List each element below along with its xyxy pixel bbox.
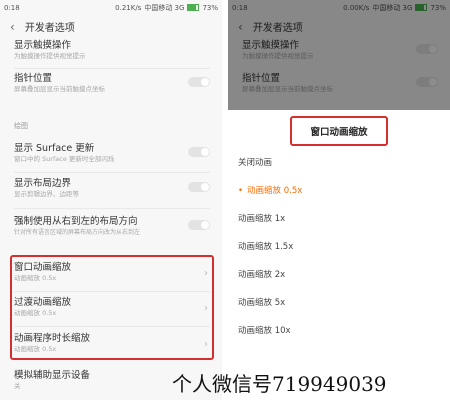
chevron-right-icon: ›	[204, 303, 208, 314]
divider	[14, 68, 210, 69]
divider	[14, 172, 210, 173]
dim-overlay[interactable]	[228, 0, 450, 110]
row-title: 过渡动画缩放	[14, 297, 72, 308]
option-scale-5x[interactable]: 动画缩放 5x	[238, 296, 285, 308]
left-screen: 0:18 0.21K/s 中国移动 3G 73% ‹ 开发者选项 显示触摸操作 …	[0, 0, 222, 400]
setting-show-touches[interactable]: 显示触摸操作 为触摸操作提供视觉提示	[14, 40, 210, 61]
row-subtitle: 屏幕叠加层显示当前触摸点坐标	[14, 85, 105, 93]
row-subtitle: 窗口中的 Surface 更新时全部闪烁	[14, 155, 115, 163]
option-label: 动画缩放 2x	[238, 270, 286, 280]
row-title: 动画程序时长缩放	[14, 333, 91, 344]
option-scale-0-5x[interactable]: • 动画缩放 0.5x	[238, 184, 302, 196]
status-time: 0:18	[4, 3, 20, 12]
selected-dot-icon: •	[238, 186, 244, 196]
right-screen: 0:18 0.00K/s 中国移动 3G 73% ‹ 开发者选项 显示触摸操作 …	[228, 0, 450, 400]
row-subtitle: 显示剪辑边界、边距等	[14, 190, 79, 198]
option-animation-off[interactable]: 关闭动画	[238, 156, 272, 168]
divider	[14, 208, 210, 209]
row-subtitle: 针对所有语言区域的屏幕布局方向改为从右到左	[14, 229, 141, 236]
option-scale-2x[interactable]: 动画缩放 2x	[238, 268, 285, 280]
setting-window-animation-scale[interactable]: 窗口动画缩放 动画缩放 0.5x ›	[14, 262, 210, 283]
chevron-right-icon: ›	[204, 339, 208, 350]
row-title: 显示触摸操作	[14, 40, 72, 51]
divider	[14, 326, 210, 327]
option-label: 动画缩放 1.5x	[238, 242, 294, 252]
setting-pointer-location[interactable]: 指针位置 屏幕叠加层显示当前触摸点坐标	[14, 73, 210, 94]
option-label: 动画缩放 10x	[238, 326, 291, 336]
watermark-text: 个人微信号719949039	[172, 372, 387, 396]
option-label: 动画缩放 5x	[238, 298, 286, 308]
animation-scale-dialog: 窗口动画缩放 关闭动画 • 动画缩放 0.5x 动画缩放 1x 动画缩放 1.5x…	[228, 110, 450, 400]
setting-transition-animation-scale[interactable]: 过渡动画缩放 动画缩放 0.5x ›	[14, 297, 210, 318]
row-subtitle: 动画缩放 0.5x	[14, 345, 57, 353]
setting-animator-duration-scale[interactable]: 动画程序时长缩放 动画缩放 0.5x ›	[14, 333, 210, 354]
page-title: 开发者选项	[24, 23, 75, 34]
divider	[14, 291, 210, 292]
chevron-right-icon: ›	[204, 268, 208, 279]
battery-icon	[187, 4, 200, 11]
row-title: 指针位置	[14, 73, 53, 84]
row-title: 强制使用从右到左的布局方向	[14, 216, 138, 227]
status-speed: 0.21K/s	[115, 3, 142, 12]
option-label: 动画缩放 0.5x	[247, 186, 303, 196]
row-subtitle: 动画缩放 0.5x	[14, 309, 57, 317]
surface-updates-toggle[interactable]	[188, 147, 210, 157]
row-subtitle: 为触摸操作提供视觉提示	[14, 52, 86, 60]
row-title: 窗口动画缩放	[14, 262, 72, 273]
row-subtitle: 动画缩放 0.5x	[14, 274, 57, 282]
status-carrier: 中国移动 3G	[144, 3, 185, 12]
force-rtl-toggle[interactable]	[188, 220, 210, 230]
option-scale-1-5x[interactable]: 动画缩放 1.5x	[238, 240, 293, 252]
option-label: 关闭动画	[238, 158, 273, 168]
layout-bounds-toggle[interactable]	[188, 182, 210, 192]
row-title: 显示 Surface 更新	[14, 143, 95, 154]
setting-show-surface-updates[interactable]: 显示 Surface 更新 窗口中的 Surface 更新时全部闪烁	[14, 143, 210, 164]
dialog-title: 窗口动画缩放	[290, 116, 388, 146]
setting-show-layout-bounds[interactable]: 显示布局边界 显示剪辑边界、边距等	[14, 178, 210, 199]
setting-force-rtl[interactable]: 强制使用从右到左的布局方向 针对所有语言区域的屏幕布局方向改为从右到左	[14, 216, 210, 237]
pointer-location-toggle[interactable]	[188, 77, 210, 87]
option-label: 动画缩放 1x	[238, 214, 286, 224]
status-battery: 73%	[202, 3, 218, 12]
section-label-drawing: 绘图	[14, 122, 28, 130]
row-title: 显示布局边界	[14, 178, 72, 189]
status-bar: 0:18 0.21K/s 中国移动 3G 73%	[0, 0, 222, 15]
option-scale-10x[interactable]: 动画缩放 10x	[238, 324, 291, 336]
option-scale-1x[interactable]: 动画缩放 1x	[238, 212, 285, 224]
chevron-left-icon[interactable]: ‹	[10, 20, 15, 34]
title-bar: ‹ 开发者选项	[0, 15, 222, 38]
